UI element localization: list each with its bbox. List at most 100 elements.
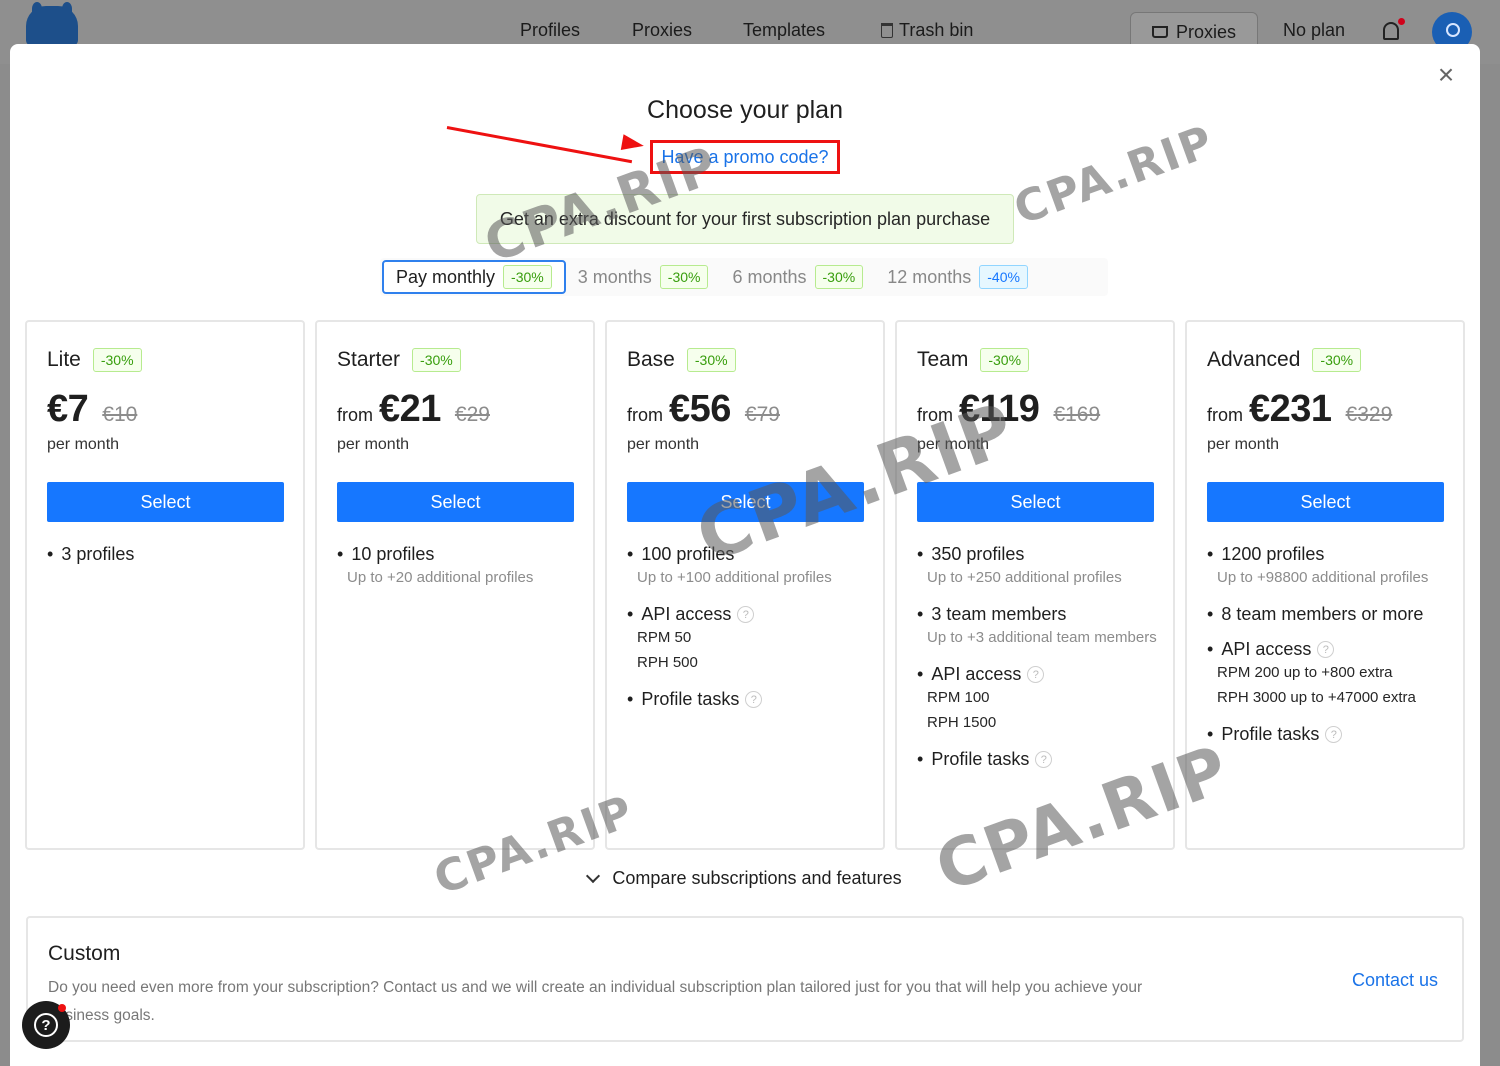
price-from: from xyxy=(627,405,663,425)
help-question-icon[interactable]: ? xyxy=(1317,641,1335,658)
contact-us-link[interactable]: Contact us xyxy=(1352,970,1438,991)
notification-dot xyxy=(1398,18,1405,25)
select-plan-button[interactable]: Select xyxy=(917,482,1154,522)
help-question-icon[interactable]: ? xyxy=(745,691,763,708)
plan-card-lite: Lite -30% €7 €10 per month Select 3 profiles xyxy=(25,320,305,850)
period-pay-monthly[interactable]: Pay monthly -30% xyxy=(382,260,566,294)
plan-price: €21 xyxy=(379,388,441,430)
price-row: from €231 €329 xyxy=(1207,388,1392,431)
discount-tag: -30% xyxy=(412,348,461,372)
plan-price: €56 xyxy=(669,388,731,430)
plan-price: €7 xyxy=(47,388,89,430)
feature-title: Profile tasks? xyxy=(1207,724,1447,745)
feature-detail: RPM 100 xyxy=(927,689,990,706)
help-question-icon[interactable]: ? xyxy=(1027,666,1045,683)
select-plan-button[interactable]: Select xyxy=(1207,482,1444,522)
discount-tag: -30% xyxy=(503,265,552,289)
nav-profiles[interactable]: Profiles xyxy=(520,20,580,41)
discount-tag: -30% xyxy=(686,348,736,372)
plan-price: €231 xyxy=(1249,388,1332,430)
feature-label: 100 profiles xyxy=(641,544,735,564)
feature-title: 100 profiles xyxy=(627,544,867,565)
feature-title: 3 profiles xyxy=(47,544,287,565)
app-logo-icon[interactable] xyxy=(26,2,78,46)
plan-header: Starter -30% xyxy=(337,348,461,372)
feature-label: Profile tasks xyxy=(931,749,1030,769)
buy-proxies-label: Proxies xyxy=(1175,21,1237,42)
feature-detail: Up to +3 additional team members xyxy=(927,629,1157,646)
discount-tag: -30% xyxy=(92,348,142,372)
bell-icon[interactable] xyxy=(1383,22,1399,40)
feature-label: 10 profiles xyxy=(351,544,435,564)
billing-unit: per month xyxy=(47,436,120,453)
plan-name: Team xyxy=(917,348,969,371)
help-question-icon[interactable]: ? xyxy=(1035,751,1053,768)
feature-detail: RPH 1500 xyxy=(927,714,997,731)
plan-status[interactable]: No plan xyxy=(1283,20,1345,41)
plan-card-starter: Starter -30% from €21 €29 per month Select 10 p… xyxy=(315,320,595,850)
feature-label: API access xyxy=(641,604,732,624)
promo-code-link[interactable]: Have a promo code? xyxy=(650,140,840,174)
feature-detail: Up to +98800 additional profiles xyxy=(1217,569,1429,586)
help-question-icon[interactable]: ? xyxy=(1325,726,1343,743)
feature-detail: RPH 3000 up to +47000 extra xyxy=(1217,689,1416,706)
feature-item: 8 team members or more xyxy=(1207,604,1447,625)
price-from: from xyxy=(337,405,373,425)
feature-item: 3 profiles xyxy=(47,544,287,565)
close-icon[interactable]: × xyxy=(1435,61,1457,89)
plan-header: Lite -30% xyxy=(47,348,142,372)
feature-detail: Up to +100 additional profiles xyxy=(637,569,832,586)
billing-unit: per month xyxy=(337,436,410,453)
feature-label: API access xyxy=(931,664,1022,684)
annotation-arrow-head xyxy=(620,134,646,154)
custom-description: Do you need even more from your subscrip… xyxy=(48,979,1143,1024)
feature-title: 350 profiles xyxy=(917,544,1157,565)
discount-tag: -40% xyxy=(979,265,1028,289)
price-row: €7 €10 xyxy=(47,388,137,431)
billing-unit: per month xyxy=(627,436,700,453)
price-from: from xyxy=(917,405,953,425)
feature-list: 3 profiles xyxy=(47,544,287,579)
feature-title: API access? xyxy=(627,604,867,625)
feature-item: 100 profiles Up to +100 additional profil… xyxy=(627,544,867,590)
price-row: from €21 €29 xyxy=(337,388,490,431)
plan-name: Lite xyxy=(47,348,81,371)
select-plan-button[interactable]: Select xyxy=(337,482,574,522)
period-label: 3 months xyxy=(577,266,652,287)
price-from: from xyxy=(1207,405,1243,425)
feature-label: API access xyxy=(1221,639,1312,659)
feature-item: API access? RPM 200 up to +800 extra RPH 3… xyxy=(1207,639,1447,710)
feature-item: 350 profiles Up to +250 additional profil… xyxy=(917,544,1157,590)
feature-detail: RPM 200 up to +800 extra xyxy=(1217,664,1393,681)
feature-label: 3 profiles xyxy=(61,544,135,564)
feature-item: API access? RPM 100 RPH 1500 xyxy=(917,664,1157,735)
plan-name: Base xyxy=(627,348,675,371)
period-label: 12 months xyxy=(887,266,972,287)
modal-title: Choose your plan xyxy=(647,96,843,124)
compare-label: Compare subscriptions and features xyxy=(612,868,902,888)
old-price: €79 xyxy=(744,403,780,426)
help-question-icon[interactable]: ? xyxy=(737,606,755,623)
plan-card-team: Team -30% from €119 €169 per month Select 350 p… xyxy=(895,320,1175,850)
feature-list: 350 profiles Up to +250 additional profil… xyxy=(917,544,1157,784)
question-icon: ? xyxy=(34,1013,58,1037)
period-6-months[interactable]: 6 months -30% xyxy=(720,260,875,294)
trash-icon xyxy=(881,23,893,38)
select-plan-button[interactable]: Select xyxy=(627,482,864,522)
chevron-down-icon xyxy=(586,868,601,884)
plan-name: Advanced xyxy=(1207,348,1301,371)
nav-proxies[interactable]: Proxies xyxy=(632,20,692,41)
plan-card-advanced: Advanced -30% from €231 €329 per month Select 1… xyxy=(1185,320,1465,850)
feature-label: 1200 profiles xyxy=(1221,544,1325,564)
feature-label: 8 team members or more xyxy=(1221,604,1424,624)
feature-title: 8 team members or more xyxy=(1207,604,1447,625)
billing-unit: per month xyxy=(917,436,990,453)
nav-trash-bin[interactable]: Trash bin xyxy=(881,20,973,41)
nav-templates[interactable]: Templates xyxy=(743,20,825,41)
select-plan-button[interactable]: Select xyxy=(47,482,284,522)
period-3-months[interactable]: 3 months -30% xyxy=(566,260,721,294)
billing-period-selector: Pay monthly -30% 3 months -30% 6 months … xyxy=(380,258,1108,296)
compare-toggle[interactable]: Compare subscriptions and features xyxy=(10,868,1480,889)
period-12-months[interactable]: 12 months -40% xyxy=(875,260,1040,294)
old-price: €169 xyxy=(1053,403,1101,426)
